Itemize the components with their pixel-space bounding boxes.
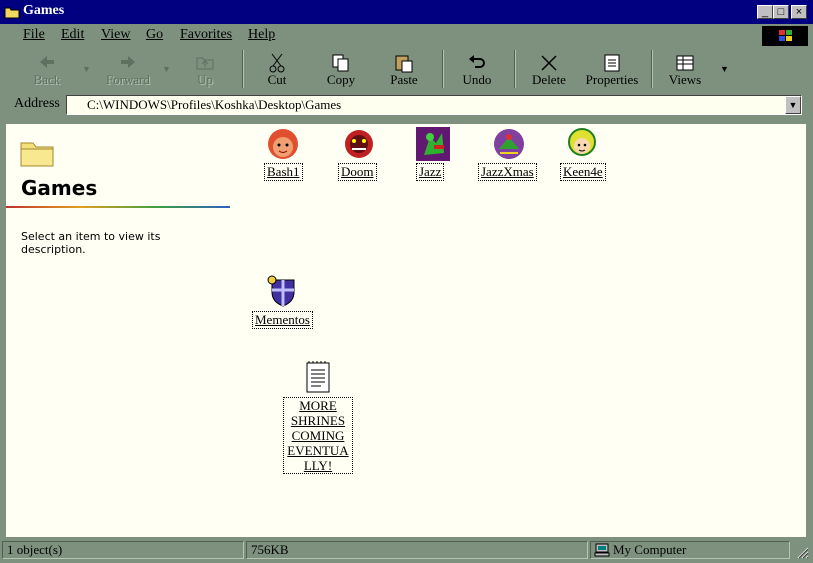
- large-folder-icon: [20, 142, 54, 167]
- views-grid-icon: [676, 55, 694, 71]
- scissors-icon: [269, 53, 285, 73]
- undo-button[interactable]: Undo: [454, 50, 500, 90]
- toolbar: Back ▼ Forward ▼ Up Cut Copy Paste Undo …: [0, 46, 813, 92]
- back-arrow-icon: [40, 56, 54, 68]
- info-pane: Games Select an item to view its descrip…: [6, 124, 246, 537]
- undo-icon: [469, 55, 485, 68]
- menu-view[interactable]: View: [101, 27, 130, 43]
- file-label: Keen4e: [560, 163, 606, 181]
- address-field[interactable]: C:\WINDOWS\Profiles\Koshka\Desktop\Games…: [66, 95, 802, 115]
- text-document-icon: [306, 361, 330, 393]
- doom-icon: [345, 130, 373, 158]
- views-dropdown-icon[interactable]: ▼: [720, 64, 729, 74]
- close-button[interactable]: ×: [791, 5, 807, 19]
- file-label: Jazz: [416, 163, 445, 181]
- status-object-count: 1 object(s): [2, 541, 244, 559]
- menu-favorites[interactable]: Favorites: [180, 27, 232, 43]
- resize-grip[interactable]: [795, 545, 809, 559]
- file-list: Bash1 Doom Jazz JazzXmas Keen4e Mementos…: [246, 124, 806, 537]
- delete-x-icon: [541, 55, 557, 71]
- jazzxmas-icon: [494, 129, 524, 159]
- menu-edit[interactable]: Edit: [61, 27, 84, 43]
- file-label: MORE SHRINES COMING EVENTUA LLY!: [283, 397, 353, 474]
- delete-button[interactable]: Delete: [524, 50, 574, 90]
- window-title: Games: [23, 3, 65, 18]
- status-location: My Computer: [590, 541, 790, 559]
- copy-button[interactable]: Copy: [318, 50, 364, 90]
- forward-button[interactable]: Forward: [100, 50, 156, 90]
- heading-divider: [6, 206, 230, 208]
- toolbar-separator: [651, 50, 653, 88]
- menu-file[interactable]: File: [23, 27, 45, 43]
- file-label: Doom: [338, 163, 377, 181]
- status-size: 756KB: [246, 541, 588, 559]
- properties-icon: [604, 54, 620, 72]
- keen4e-icon: [568, 128, 596, 156]
- title-bar[interactable]: Games _ □ ×: [0, 0, 813, 24]
- address-value[interactable]: C:\WINDOWS\Profiles\Koshka\Desktop\Games: [87, 97, 341, 113]
- properties-button[interactable]: Properties: [582, 50, 642, 90]
- shield-icon: [267, 275, 295, 307]
- views-button[interactable]: Views: [662, 50, 708, 90]
- toolbar-separator: [442, 50, 444, 88]
- back-dropdown-icon[interactable]: ▼: [82, 64, 91, 74]
- forward-dropdown-icon[interactable]: ▼: [162, 64, 171, 74]
- paste-icon: [395, 55, 413, 73]
- menu-help[interactable]: Help: [248, 27, 275, 43]
- my-computer-icon: [594, 543, 610, 557]
- menu-bar: File Edit View Go Favorites Help: [0, 24, 813, 46]
- copy-icon: [332, 54, 349, 72]
- address-dropdown-button[interactable]: ▼: [785, 96, 801, 114]
- windows-logo: [762, 26, 808, 46]
- folder-description: Select an item to view its description.: [21, 230, 161, 256]
- maximize-button[interactable]: □: [773, 5, 789, 19]
- back-button[interactable]: Back: [22, 50, 72, 90]
- file-label: Mementos: [252, 311, 313, 329]
- menu-go[interactable]: Go: [146, 27, 163, 43]
- up-folder-icon: [196, 57, 214, 70]
- cut-button[interactable]: Cut: [254, 50, 300, 90]
- toolbar-separator: [242, 50, 244, 88]
- folder-heading: Games: [21, 176, 98, 200]
- address-label: Address: [14, 96, 60, 111]
- paste-button[interactable]: Paste: [381, 50, 427, 90]
- bash1-icon: [268, 129, 298, 159]
- folder-icon: [4, 7, 20, 19]
- jazz-icon: [416, 127, 450, 161]
- toolbar-separator: [514, 50, 516, 88]
- forward-arrow-icon: [121, 56, 135, 68]
- minimize-button[interactable]: _: [757, 5, 773, 19]
- up-button[interactable]: Up: [183, 50, 227, 90]
- file-label: Bash1: [264, 163, 303, 181]
- file-label: JazzXmas: [478, 163, 537, 181]
